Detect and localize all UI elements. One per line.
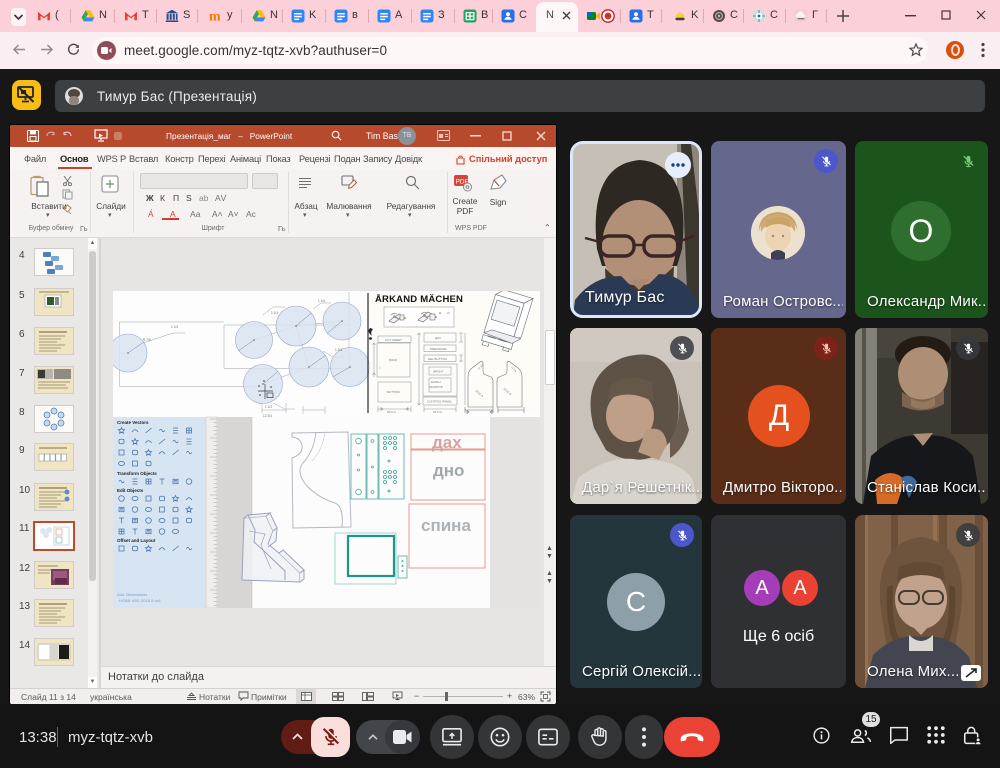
svg-text:ДАХ: ДАХ (435, 336, 441, 340)
svg-text:1 3/4: 1 3/4 (335, 348, 342, 352)
svg-text:ФРОНТ: ФРОНТ (433, 370, 444, 374)
svg-text:БОТТОМ: БОТТОМ (387, 390, 400, 394)
svg-text:спина: спина (421, 516, 471, 535)
svg-text:R 7/8: R 7/8 (143, 338, 151, 342)
svg-text:1 1/2: 1 1/2 (265, 405, 272, 409)
svg-text:1 1/4: 1 1/4 (171, 325, 178, 329)
svg-text:ЕКРАН: ЕКРАН (431, 380, 441, 384)
svg-text:дно: дно (433, 461, 464, 480)
svg-text:Edit Objects: Edit Objects (117, 488, 144, 493)
svg-text:HGB8: 630, 2018 8 on1: HGB8: 630, 2018 8 on1 (119, 598, 162, 603)
svg-text:HEL BUTTON: HEL BUTTON (428, 357, 447, 361)
svg-text:дах: дах (432, 433, 462, 452)
svg-text:МОНІТОР: МОНІТОР (429, 385, 443, 389)
svg-text:Create Vectors: Create Vectors (117, 420, 149, 425)
svg-text:CUT SHEET: CUT SHEET (385, 338, 402, 342)
svg-text:Transform Objects: Transform Objects (117, 471, 157, 476)
svg-text:БОКИ: БОКИ (389, 358, 397, 362)
svg-text:ÅRKAND MÄCHEN: ÅRKAND MÄCHEN (375, 294, 463, 305)
svg-text:m: m (209, 10, 221, 24)
svg-text:1 1/4: 1 1/4 (271, 311, 278, 315)
svg-text:23.5 in: 23.5 in (433, 410, 442, 414)
svg-text:CONTROL PANEL: CONTROL PANEL (427, 400, 452, 404)
svg-text:1 1/4: 1 1/4 (318, 299, 325, 303)
svg-text:x2: x2 (447, 311, 450, 315)
svg-text:Add. Dimensions: Add. Dimensions (117, 592, 147, 597)
svg-text:Offset and Layout: Offset and Layout (117, 538, 156, 543)
svg-text:PRESSURE: PRESSURE (430, 347, 447, 351)
svg-text:60.5 in: 60.5 in (387, 410, 396, 414)
